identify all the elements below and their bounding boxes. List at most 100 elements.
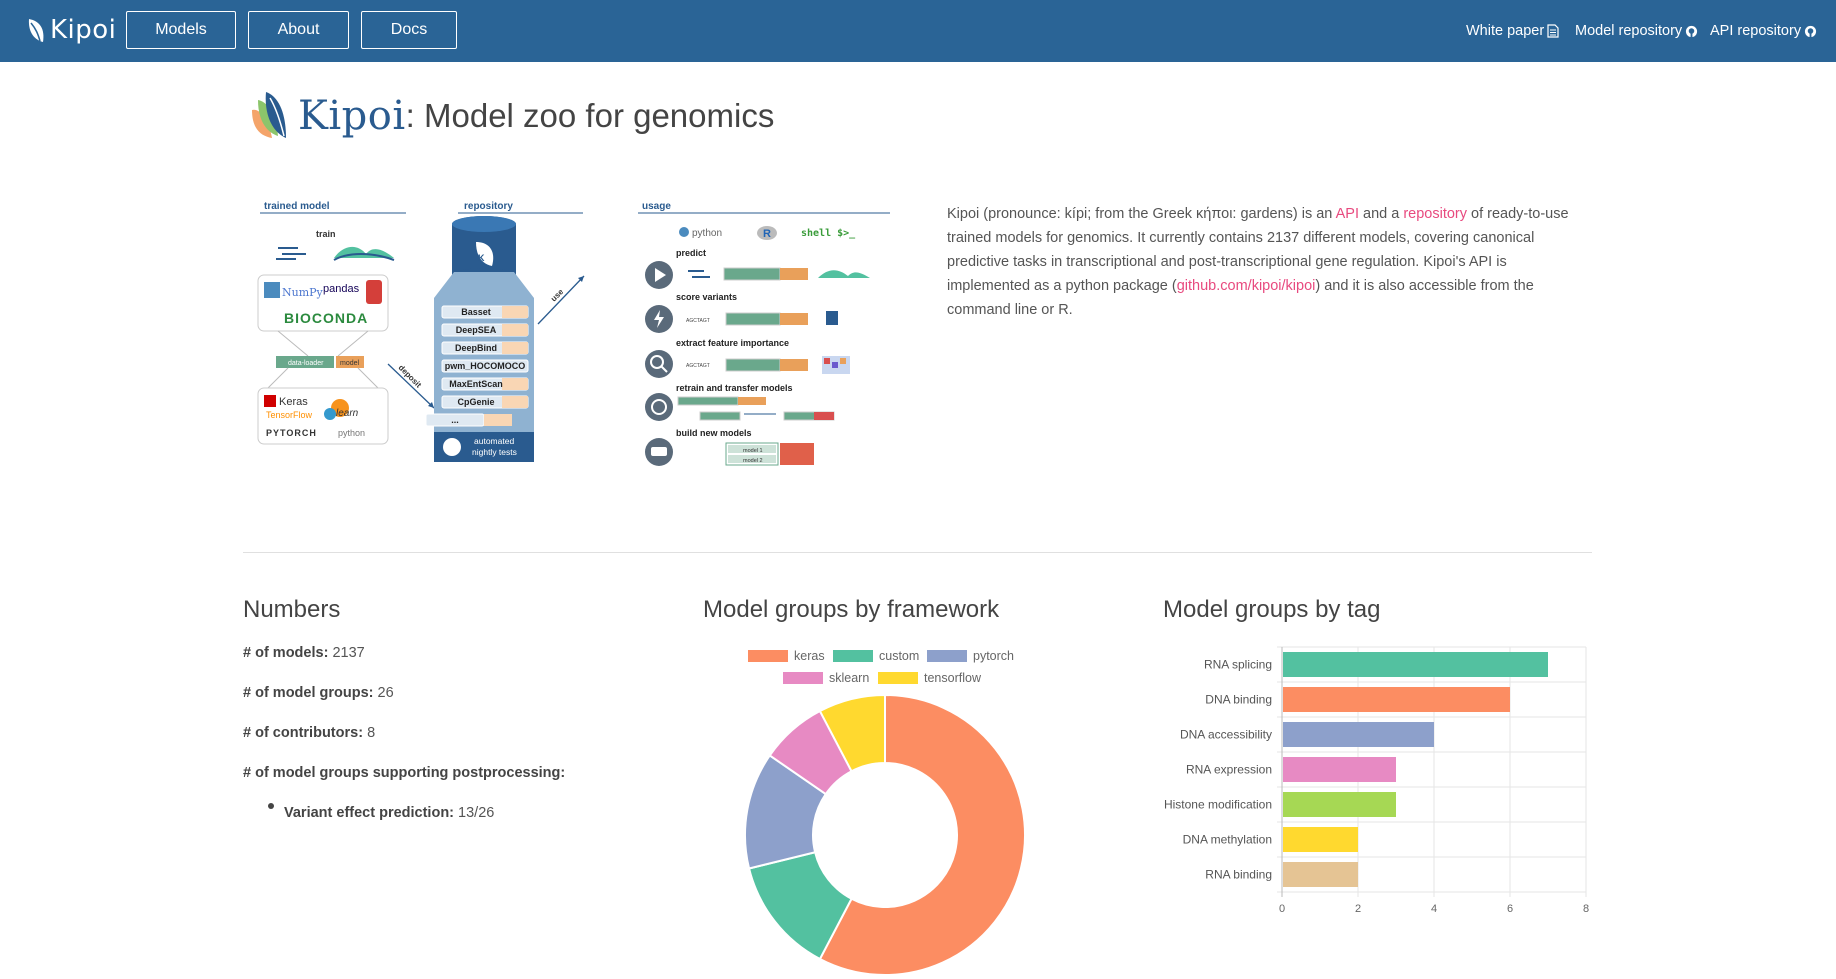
legend-item[interactable]: custom (833, 649, 919, 663)
repo-model: MaxEntScan (449, 379, 503, 389)
document-icon (1547, 24, 1559, 38)
postprocessing-heading: # of model groups supporting postprocess… (243, 765, 565, 781)
legend-item[interactable]: sklearn (783, 671, 869, 685)
usage-label: score variants (676, 292, 737, 302)
legend-item[interactable]: pytorch (927, 649, 1014, 663)
title-brand: Kipoi (298, 93, 406, 139)
framework-doughnut-chart (744, 693, 1026, 976)
postprocessing-label: # of model groups supporting postprocess… (243, 765, 566, 781)
about-button[interactable]: About (248, 11, 349, 49)
legend-label: custom (879, 649, 920, 663)
kipoi-leaf-icon (28, 19, 44, 42)
variant-effect-item: Variant effect prediction: 13/26 (284, 805, 494, 821)
tensorflow-label: TensorFlow (266, 410, 313, 420)
pandas-label: pandas (323, 283, 360, 295)
bar-dna-accessibility[interactable] (1283, 722, 1434, 747)
variant-effect-value: 13/26 (458, 805, 495, 821)
brand-link[interactable]: Kipoi (26, 15, 116, 45)
usage-score-variants: score variants AGCTAGT (645, 292, 838, 333)
model-repository-link[interactable]: Model repository (1575, 0, 1698, 62)
contributors-value: 8 (367, 725, 376, 741)
bar-histone-modification[interactable] (1283, 792, 1396, 817)
kipoi-overview-diagram: trained model repository usage train Num… (257, 201, 890, 466)
model-groups-count: # of model groups: 26 (243, 685, 394, 701)
bar-dna-methylation[interactable] (1283, 827, 1358, 852)
svg-text:AGCTAGT: AGCTAGT (686, 363, 710, 369)
pytorch-label: PYTORCH (266, 428, 317, 438)
api-link[interactable]: API (1336, 206, 1359, 222)
repository-link[interactable]: repository (1403, 206, 1467, 222)
kipoi-logo-icon (252, 92, 286, 138)
intro-text: Kipoi (pronounce: kípi; from the Greek κ… (947, 206, 1336, 222)
svg-text:model 2: model 2 (743, 458, 763, 464)
legend-swatch (878, 672, 918, 684)
repo-model: ... (451, 415, 459, 425)
github-link[interactable]: github.com/kipoi/kipoi (1177, 278, 1316, 294)
api-repository-link[interactable]: API repository (1710, 0, 1817, 62)
legend-swatch (833, 650, 873, 662)
tag-chart-title: Model groups by tag (1163, 596, 1381, 623)
numbers-heading: Numbers (243, 596, 341, 623)
usage-feature-importance: extract feature importance AGCTAGT (645, 338, 850, 378)
bar-dna-binding[interactable] (1283, 687, 1510, 712)
intro-text: and a (1358, 206, 1404, 222)
numpy-label: NumPy (282, 286, 324, 299)
x-tick-label: 4 (1431, 903, 1437, 915)
python-language: python (692, 228, 722, 239)
divider (243, 552, 1592, 553)
legend-label: sklearn (829, 671, 870, 685)
legend-item[interactable]: tensorflow (878, 671, 981, 685)
tests-icon (443, 438, 461, 456)
legend-label: pytorch (973, 649, 1014, 663)
legend-swatch (748, 650, 788, 662)
api-repository-label: API repository (1710, 23, 1802, 39)
usage-predict: predict (645, 248, 870, 289)
navbar: Kipoi Models About Docs White paper Mode… (0, 0, 1836, 62)
x-tick-label: 0 (1279, 903, 1285, 915)
section-usage: usage (642, 201, 671, 212)
python-label-small: python (338, 428, 365, 438)
repo-model: pwm_HOCOMOCO (445, 361, 526, 371)
bar-rna-binding[interactable] (1283, 862, 1358, 887)
y-tick-label: DNA accessibility (1180, 728, 1272, 742)
repo-model: DeepSEA (456, 325, 497, 335)
legend-label: tensorflow (924, 671, 981, 685)
intro-paragraph: Kipoi (pronounce: kípi; from the Greek κ… (947, 202, 1587, 322)
model-repository-label: Model repository (1575, 23, 1683, 39)
framework-chart-title: Model groups by framework (703, 596, 1000, 623)
docs-button[interactable]: Docs (361, 11, 457, 49)
x-tick-label: 2 (1355, 903, 1361, 915)
svg-text:K: K (478, 253, 485, 263)
repo-model: Basset (461, 307, 491, 317)
usage-build-new: build new models model 1 model 2 (645, 428, 814, 466)
shell-language: shell $>_ (801, 228, 856, 239)
contributors-count: # of contributors: 8 (243, 725, 375, 741)
github-icon (1805, 25, 1817, 38)
bar-rna-splicing[interactable] (1283, 652, 1548, 677)
white-paper-link[interactable]: White paper (1466, 0, 1559, 62)
y-tick-label: RNA splicing (1204, 658, 1272, 672)
contributors-label: # of contributors: (243, 725, 364, 741)
keras-label: Keras (279, 396, 308, 408)
svg-text:model 1: model 1 (743, 448, 763, 454)
sklearn-label: learn (336, 408, 359, 419)
legend-swatch (783, 672, 823, 684)
tests-label: automated (474, 436, 514, 446)
model-groups-value: 26 (377, 685, 394, 701)
title-text: : Model zoo for genomics (405, 97, 775, 134)
bar-rna-expression[interactable] (1283, 757, 1396, 782)
model-groups-label: # of model groups: (243, 685, 374, 701)
usage-label: retrain and transfer models (676, 383, 793, 393)
models-count-value: 2137 (332, 645, 365, 661)
brand-name: Kipoi (50, 15, 117, 45)
y-tick-label: DNA binding (1205, 693, 1272, 707)
use-label: use (549, 287, 566, 304)
usage-retrain: retrain and transfer models (645, 383, 835, 421)
y-tick-label: RNA expression (1186, 763, 1272, 777)
variant-effect-label: Variant effect prediction: (284, 805, 455, 821)
models-count: # of models: 2137 (243, 645, 365, 661)
legend-item[interactable]: keras (748, 649, 825, 663)
page-title: Kipoi : Model zoo for genomics (248, 90, 774, 142)
models-button[interactable]: Models (126, 11, 236, 49)
legend-label: keras (794, 649, 825, 663)
